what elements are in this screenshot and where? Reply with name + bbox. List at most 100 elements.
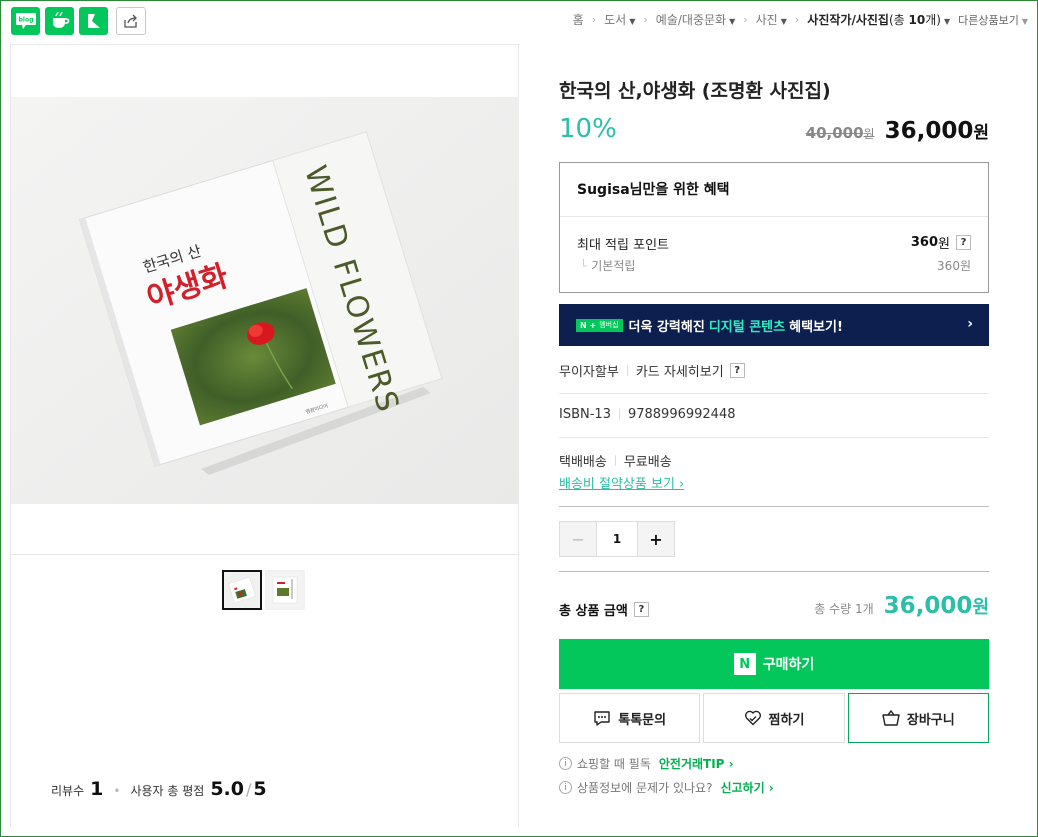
- price-row: 40,000원 36,000 원: [806, 118, 989, 144]
- discount-rate: 10%: [559, 114, 617, 144]
- help-icon[interactable]: ?: [633, 602, 649, 617]
- thumbnail-1[interactable]: [222, 570, 262, 610]
- caret-down-icon: ▼: [943, 17, 951, 26]
- safe-trade-text: 쇼핑할 때 필독: [577, 757, 651, 771]
- review-summary: 리뷰수 1 • 사용자 총 평점 5.0 / 5: [51, 778, 267, 800]
- max-points-value: 360 원 ?: [911, 233, 971, 252]
- base-points-label-text: 기본적립: [591, 259, 636, 273]
- cart-label: 장바구니: [906, 712, 955, 728]
- breadcrumb-count-suffix: 개): [925, 13, 941, 27]
- heart-icon: [744, 710, 761, 726]
- shipping-saving-link[interactable]: 배송비 절약상품 보기 ›: [559, 473, 684, 492]
- caret-down-icon: ▼: [1021, 16, 1028, 26]
- other-products-link[interactable]: 다른상품보기 ▼: [958, 12, 1028, 28]
- isbn-row: ISBN-13 9788996992448: [559, 407, 736, 422]
- divider: [618, 409, 620, 420]
- breadcrumb-current-label: 사진작가/사진집: [807, 13, 889, 27]
- book-cover-illustration: WILD FLOWERS 한국의 산 야생화 명원미디어: [11, 97, 519, 504]
- max-points-label: 최대 적립 포인트: [577, 238, 669, 253]
- breadcrumb-separator-icon: ›: [743, 13, 748, 26]
- share-icon: [124, 14, 137, 28]
- thumbnail-image: [268, 573, 302, 607]
- product-title: 한국의 산,야생화 (조명환 사진집): [559, 80, 831, 102]
- total-price-value: 36,000원: [884, 593, 989, 619]
- safe-trade-tip-link[interactable]: 안전거래TIP ›: [659, 755, 734, 772]
- isbn-label: ISBN-13: [559, 407, 611, 422]
- breadcrumb-count: 10: [908, 13, 926, 27]
- total-price-label: 총 상품 금액 ?: [559, 600, 649, 619]
- membership-banner[interactable]: N + 멤버십 더욱 강력해진 디지털 콘텐츠 혜택보기! ›: [559, 304, 989, 346]
- rating-max: 5: [253, 778, 267, 800]
- product-main-image[interactable]: WILD FLOWERS 한국의 산 야생화 명원미디어: [11, 97, 519, 504]
- membership-badge-text: 멤버십: [599, 321, 619, 329]
- divider: [559, 393, 989, 394]
- max-points-number: 360: [910, 235, 939, 250]
- report-text: 상품정보에 문제가 있나요?: [577, 781, 713, 795]
- dot-separator: •: [113, 784, 121, 798]
- help-icon[interactable]: ?: [729, 363, 745, 378]
- quantity-stepper: − 1 +: [559, 521, 675, 557]
- decrease-quantity-button[interactable]: −: [560, 522, 596, 556]
- report-link[interactable]: 신고하기 ›: [720, 779, 773, 796]
- membership-badge-n: N +: [580, 320, 597, 330]
- thumbnail-2[interactable]: [265, 570, 305, 610]
- buy-label: 구매하기: [762, 657, 815, 673]
- max-points-unit: 원: [938, 237, 950, 252]
- safe-trade-notice: i 쇼핑할 때 필독 안전거래TIP ›: [559, 755, 734, 772]
- benefit-title: Sugisa님만을 위한 혜택: [577, 179, 730, 199]
- divider: [614, 455, 616, 466]
- keep-icon: [87, 14, 100, 28]
- naver-n-icon: N: [733, 653, 756, 675]
- breadcrumb-photo-label: 사진: [755, 13, 778, 27]
- breadcrumb-books-label: 도서: [604, 13, 627, 27]
- keep-share-button[interactable]: [79, 7, 108, 35]
- cafe-cup-icon: [52, 11, 69, 28]
- total-quantity-text: 총 수량 1개: [814, 602, 874, 616]
- divider: [559, 506, 989, 507]
- breadcrumb-books[interactable]: 도서 ▼: [604, 11, 635, 28]
- blog-share-button[interactable]: blog: [11, 7, 40, 35]
- rating-label: 사용자 총 평점: [130, 784, 205, 798]
- divider: [560, 216, 988, 217]
- original-price-unit: 원: [863, 127, 875, 141]
- buy-button[interactable]: N 구매하기: [559, 639, 989, 689]
- breadcrumb-home[interactable]: 홈: [573, 11, 584, 28]
- naver-membership-badge: N + 멤버십: [576, 318, 623, 332]
- product-image-panel: WILD FLOWERS 한국의 산 야생화 명원미디어 리뷰수 1 • 사용자…: [10, 44, 519, 827]
- banner-text-before: 더욱 강력해진: [628, 319, 705, 335]
- shopping-bag-icon: [882, 710, 900, 726]
- base-points-value: 360원: [937, 259, 971, 273]
- card-details-link[interactable]: 카드 자세히보기: [636, 361, 724, 380]
- rating-slash: /: [245, 780, 252, 799]
- isbn-value: 9788996992448: [627, 407, 736, 422]
- breadcrumb-art[interactable]: 예술/대중문화 ▼: [656, 11, 735, 28]
- cafe-share-button[interactable]: [45, 7, 74, 35]
- divider: [559, 437, 989, 438]
- breadcrumb-current[interactable]: 사진작가/사진집(총 10개) ▼: [807, 11, 950, 28]
- talk-inquiry-button[interactable]: 톡톡문의: [559, 693, 701, 743]
- blog-icon-text: blog: [18, 17, 33, 24]
- cart-button[interactable]: 장바구니: [847, 693, 989, 743]
- breadcrumb-separator-icon: ›: [643, 13, 648, 26]
- info-icon: i: [559, 781, 572, 794]
- breadcrumb-count-prefix: (총: [888, 13, 909, 27]
- breadcrumb-separator-icon: ›: [794, 13, 800, 26]
- breadcrumb-photo[interactable]: 사진 ▼: [756, 11, 787, 28]
- wish-button[interactable]: 찜하기: [703, 693, 845, 743]
- help-icon[interactable]: ?: [956, 235, 971, 250]
- talk-inquiry-label: 톡톡문의: [618, 712, 667, 728]
- quantity-input[interactable]: 1: [596, 522, 638, 556]
- sale-price-value: 36,000: [884, 118, 974, 144]
- installment-label: 무이자할부: [559, 365, 619, 380]
- chevron-right-icon: ›: [967, 316, 973, 332]
- shipping-value: 무료배송: [623, 455, 672, 470]
- increase-quantity-button[interactable]: +: [638, 522, 674, 556]
- divider: [626, 365, 628, 376]
- original-price: 40,000원: [806, 124, 875, 142]
- info-icon: i: [559, 757, 572, 770]
- share-button[interactable]: [116, 7, 146, 35]
- thumbnail-image: [225, 573, 259, 607]
- banner-text-after: 혜택보기!: [789, 319, 843, 335]
- review-count-value[interactable]: 1: [90, 778, 103, 800]
- caret-down-icon: ▼: [780, 17, 787, 26]
